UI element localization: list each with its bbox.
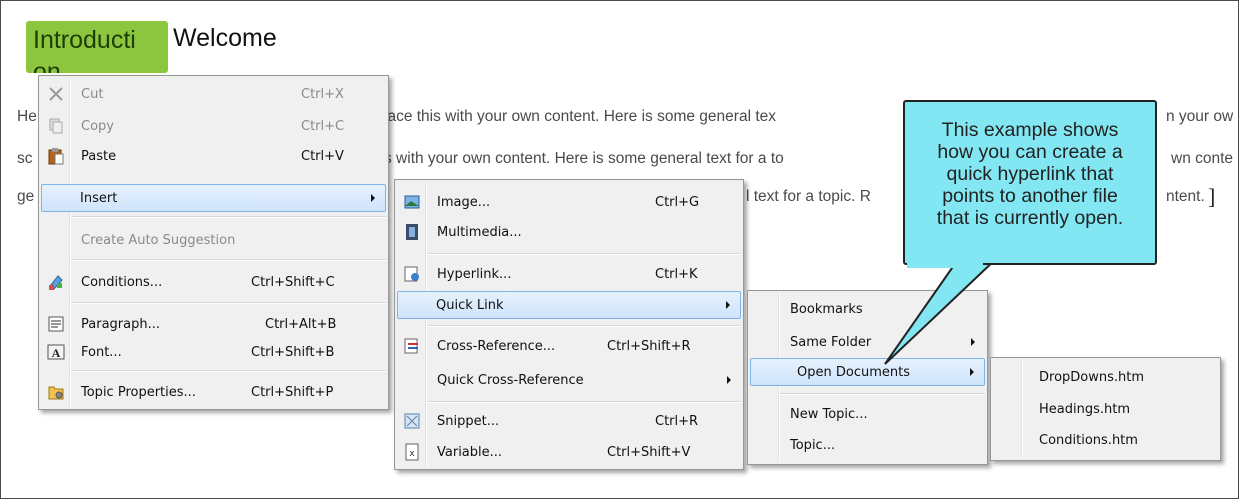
image-icon [404, 195, 420, 209]
cross-reference-icon [404, 338, 418, 354]
menu-item-insert[interactable]: Insert [41, 184, 386, 212]
svg-text:x: x [409, 449, 415, 459]
menu-item-quick-cross-reference[interactable]: Quick Cross-Reference [397, 366, 741, 394]
menu-item-quick-link[interactable]: Quick Link [397, 291, 741, 319]
menu-item-create-auto-suggestion[interactable]: Create Auto Suggestion [41, 226, 386, 254]
conditions-icon [49, 275, 63, 290]
submenu-arrow-icon [727, 376, 731, 384]
menu-item-topic[interactable]: Topic... [750, 431, 985, 459]
paragraph-fragment: s with your own content. Here is some ge… [384, 150, 784, 167]
menu-item-conditions[interactable]: Conditions... Ctrl+Shift+C [41, 268, 386, 296]
topic-tag[interactable]: Introduction [26, 21, 168, 73]
topic-properties-icon [48, 386, 64, 400]
submenu-arrow-icon [371, 194, 375, 202]
insert-submenu: Image... Ctrl+G Multimedia... Hyperlink.… [394, 179, 744, 470]
menu-item-document[interactable]: Conditions.htm [993, 426, 1218, 454]
submenu-arrow-icon [726, 301, 730, 309]
snippet-icon [404, 413, 420, 429]
menu-item-variable[interactable]: x Variable... Ctrl+Shift+V [397, 438, 741, 466]
topic-tag-label: Introduction [33, 26, 136, 73]
svg-text:A: A [52, 346, 61, 360]
menu-separator [780, 393, 985, 395]
menu-item-snippet[interactable]: Snippet... Ctrl+R [397, 407, 741, 435]
paste-icon [48, 148, 64, 165]
menu-item-hyperlink[interactable]: Hyperlink... Ctrl+K [397, 260, 741, 288]
paragraph-fragment: wn conte [1171, 150, 1234, 167]
variable-icon: x [405, 443, 419, 461]
menu-item-paste[interactable]: Paste Ctrl+V [41, 142, 386, 170]
copy-icon [49, 118, 63, 134]
menu-separator [427, 401, 741, 403]
menu-separator [71, 216, 386, 218]
menu-item-font[interactable]: A Font... Ctrl+Shift+B [41, 338, 386, 366]
menu-item-topic-properties[interactable]: Topic Properties... Ctrl+Shift+P [41, 378, 386, 406]
menu-item-document[interactable]: DropDowns.htm [993, 363, 1218, 391]
paragraph-icon [48, 316, 64, 332]
menu-item-new-topic[interactable]: New Topic... [750, 400, 985, 428]
paragraph-fragment: He [17, 108, 37, 125]
cut-icon [49, 87, 63, 101]
menu-item-cut[interactable]: Cut Ctrl+X [41, 80, 386, 108]
page-heading: Welcome [173, 24, 277, 52]
callout-box: This example shows how you can create a … [903, 100, 1157, 265]
hyperlink-icon [404, 266, 419, 282]
menu-item-paragraph[interactable]: Paragraph... Ctrl+Alt+B [41, 310, 386, 338]
paragraph-fragment: ge [17, 188, 35, 205]
font-icon: A [47, 344, 65, 360]
menu-item-copy[interactable]: Copy Ctrl+C [41, 112, 386, 140]
paragraph-fragment: n your ow [1166, 108, 1234, 125]
menu-item-cross-reference[interactable]: Cross-Reference... Ctrl+Shift+R [397, 332, 741, 360]
callout-pointer-cover [907, 262, 983, 268]
menu-separator [427, 253, 741, 255]
paragraph-fragment: ntent. [1166, 188, 1205, 205]
screenshot-frame: Introduction Welcome He lace this with y… [0, 0, 1239, 499]
open-documents-submenu: DropDowns.htm Headings.htm Conditions.ht… [990, 357, 1221, 461]
menu-separator [71, 370, 386, 372]
menu-separator [71, 259, 386, 261]
paragraph-fragment: lace this with your own content. Here is… [384, 108, 776, 125]
menu-item-multimedia[interactable]: Multimedia... [397, 218, 741, 246]
context-menu: Cut Ctrl+X Copy Ctrl+C Paste Ctrl+V Inse… [38, 75, 389, 410]
menu-item-image[interactable]: Image... Ctrl+G [397, 188, 741, 216]
multimedia-icon [406, 224, 418, 240]
end-bracket-marker: ] [1208, 184, 1216, 209]
menu-separator [71, 302, 386, 304]
callout-text: This example shows how you can create a … [936, 119, 1124, 229]
paragraph-fragment: sc [17, 150, 33, 167]
menu-separator [427, 325, 741, 327]
paragraph-fragment: l text for a topic. R [746, 188, 871, 205]
menu-item-document[interactable]: Headings.htm [993, 395, 1218, 423]
